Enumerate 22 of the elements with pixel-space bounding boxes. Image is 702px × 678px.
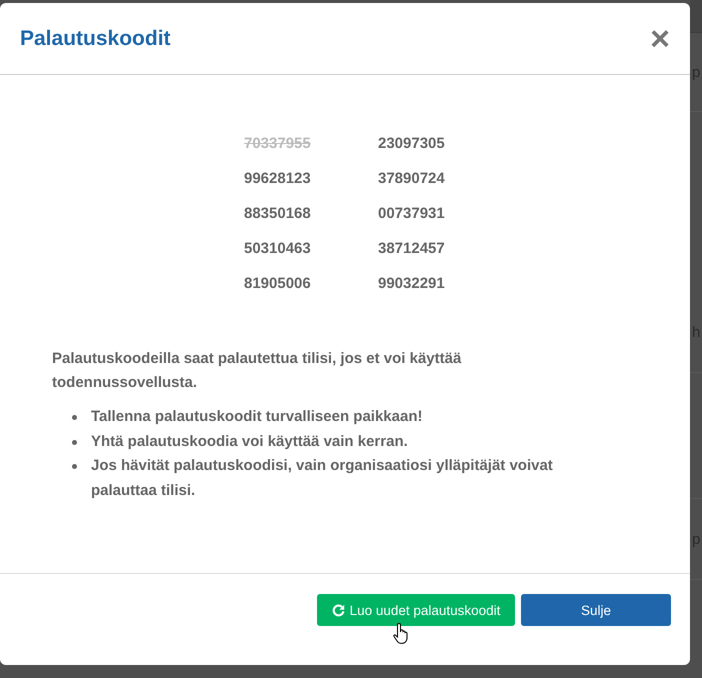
bullet-icon: [72, 440, 77, 444]
bullet-icon: [72, 464, 77, 469]
note-text: Tallenna palautuskoodit turvalliseen paikkaan!: [91, 407, 422, 427]
regenerate-button[interactable]: Luo uudet palautuskoodit: [317, 594, 515, 626]
recovery-code: 37890724: [378, 169, 446, 189]
recovery-code: 38712457: [378, 239, 446, 259]
note-text: Yhtä palautuskoodia voi käyttää vain kerran.: [91, 432, 408, 452]
recovery-code: 50310463: [244, 239, 312, 259]
refresh-icon: [332, 604, 345, 616]
bullet-icon: [72, 415, 77, 420]
recovery-code: 99032291: [378, 274, 446, 294]
recovery-code: 88350168: [244, 204, 312, 224]
dialog-title: Palautuskoodit: [20, 26, 171, 50]
recovery-code: 70337955: [244, 134, 312, 154]
recovery-code: 99628123: [244, 169, 312, 189]
close-button[interactable]: ×: [650, 22, 670, 56]
description-text: Palautuskoodeilla saat palautettua tilisi, jos et voi käyttää todennussovellusta.: [52, 349, 462, 393]
recovery-code: 00737931: [378, 204, 446, 224]
note-text: Jos hävität palautuskoodisi, vain organisaatiosi ylläpitäjät voivat palauttaa tilisi.: [91, 456, 554, 500]
close-dialog-button[interactable]: Sulje: [521, 594, 671, 626]
recovery-code: 81905006: [244, 274, 312, 294]
recovery-code: 23097305: [378, 134, 446, 154]
